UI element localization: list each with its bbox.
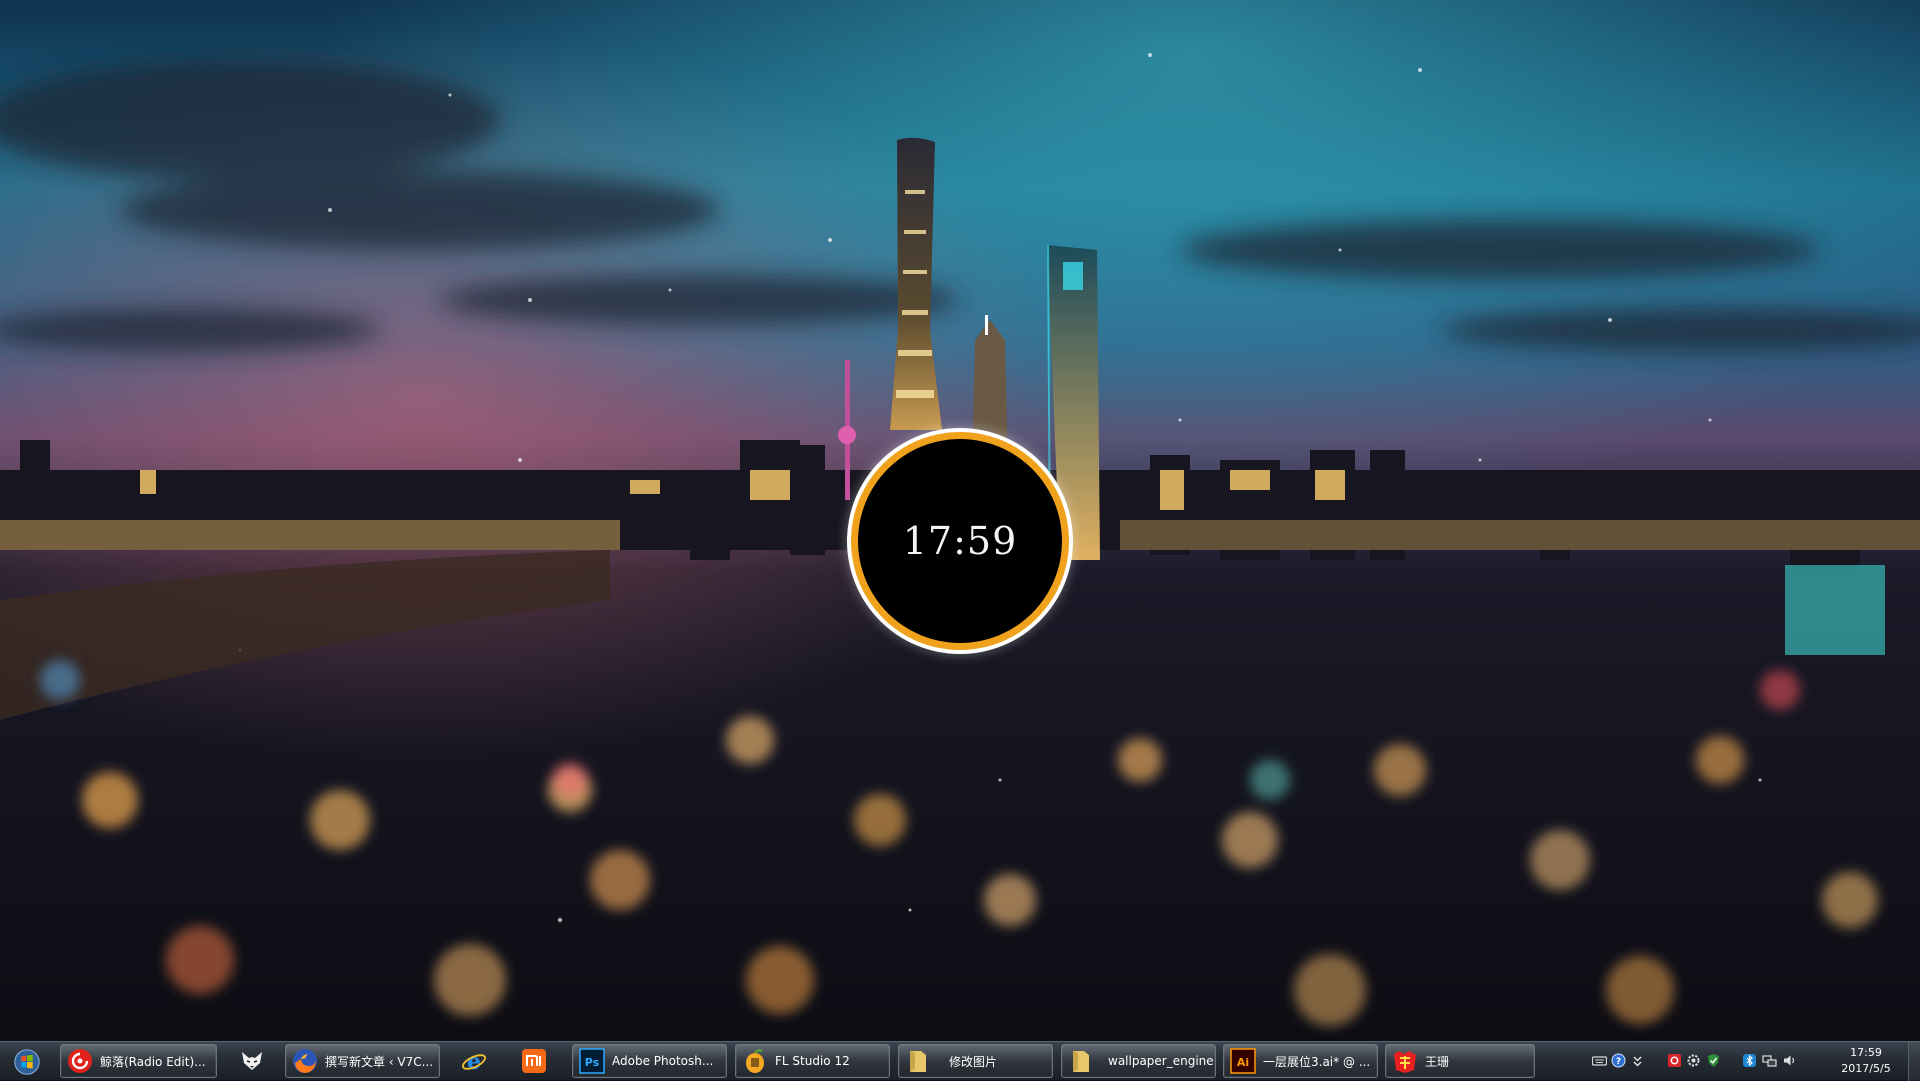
clock-time: 17:59 [902,519,1018,563]
taskbar-item-folder-modify[interactable]: 修改图片 [898,1044,1053,1078]
svg-text:Ai: Ai [1237,1056,1249,1069]
taskbar: 鲸落(Radio Edit)... 撰写新文章 ‹ V7C... e Ps Ad… [0,1041,1920,1081]
taskbar-item-label: 鲸落(Radio Edit)... [100,1054,206,1069]
folder-icon [910,1051,926,1072]
xiaomi-icon [522,1049,546,1073]
photoshop-icon: Ps [579,1048,605,1074]
tray-clock[interactable]: 17:59 2017/5/5 [1818,1045,1914,1077]
desktop[interactable]: 17:59 [0,0,1920,1041]
taskbar-item-label: Adobe Photosh... [612,1054,714,1068]
svg-text:?: ? [1616,1057,1621,1067]
taskbar-item-label: 撰写新文章 ‹ V7C... [325,1054,434,1069]
help-icon[interactable]: ? [1611,1053,1626,1068]
clock-face: 17:59 [858,439,1062,643]
red-badge-icon [1394,1051,1416,1073]
taskbar-item-photoshop[interactable]: Ps Adobe Photosh... [572,1044,727,1078]
taskbar-item-fl-studio[interactable]: FL Studio 12 [735,1044,890,1078]
taskbar-item-label: wallpaper_engine [1108,1054,1214,1068]
bluetooth-icon[interactable] [1742,1053,1757,1068]
internet-explorer-icon: e [462,1049,486,1074]
firefox-icon [293,1049,317,1073]
svg-text:Ps: Ps [585,1056,600,1069]
windows-orb-icon [14,1048,40,1075]
taskbar-item-xiaomi[interactable] [510,1044,558,1078]
antivirus-icon[interactable] [1667,1053,1682,1068]
taskbar-item-illustrator[interactable]: Ai 一层展位3.ai* @ ... [1223,1044,1378,1078]
taskbar-item-label: FL Studio 12 [775,1054,850,1068]
taskbar-item-firefox[interactable]: 撰写新文章 ‹ V7C... [285,1044,440,1078]
settings-icon[interactable] [1686,1053,1701,1068]
network-icon[interactable] [1762,1053,1777,1068]
taskbar-item-label: 王珊 [1425,1054,1450,1069]
taskbar-item-label: 一层展位3.ai* @ ... [1263,1054,1371,1069]
svg-text:e: e [467,1049,481,1074]
taskbar-item-fox[interactable] [228,1044,276,1078]
tray-date: 2017/5/5 [1841,1062,1891,1075]
show-desktop-button[interactable] [1908,1042,1920,1081]
taskbar-item-ie[interactable]: e [450,1044,498,1078]
taskbar-item-label: 修改图片 [949,1054,998,1069]
folder-icon [1073,1051,1089,1072]
clock-ring: 17:59 [851,432,1069,650]
start-button[interactable] [2,1042,52,1081]
taskbar-item-folder-wallpaper[interactable]: wallpaper_engine [1061,1044,1216,1078]
keyboard-icon[interactable] [1592,1053,1607,1068]
taskbar-item-wangshan[interactable]: 王珊 [1385,1044,1535,1078]
clock-widget: 17:59 [847,428,1073,654]
shield-check-icon[interactable] [1706,1053,1721,1068]
chevron-icon[interactable] [1630,1053,1645,1068]
fox-icon [242,1052,262,1070]
netease-music-icon [68,1049,92,1073]
volume-icon[interactable] [1782,1053,1797,1068]
taskbar-item-netease-music[interactable]: 鲸落(Radio Edit)... [60,1044,217,1078]
illustrator-icon: Ai [1230,1048,1256,1074]
fl-studio-icon [746,1049,764,1073]
tray-time: 17:59 [1850,1046,1882,1059]
